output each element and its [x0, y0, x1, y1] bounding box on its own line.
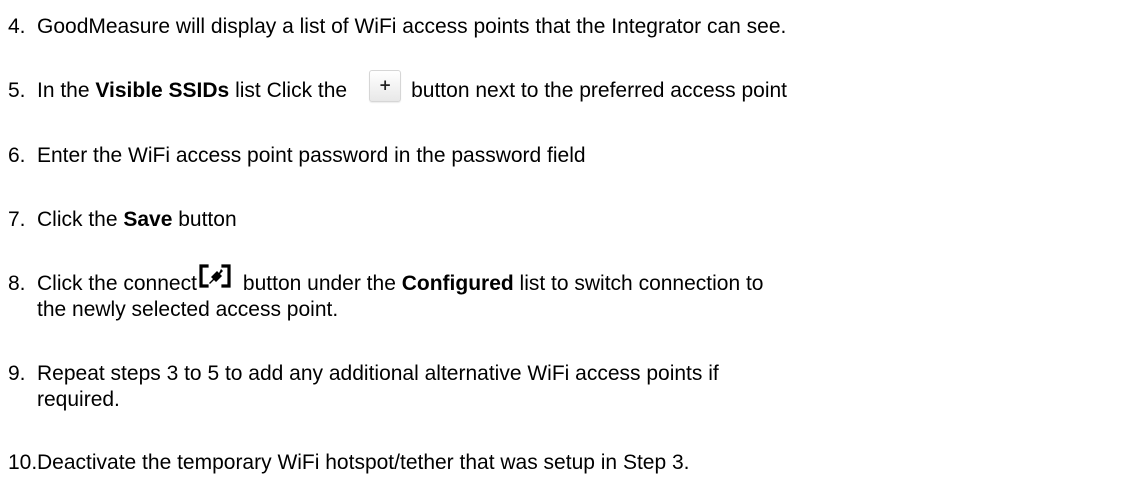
- step-number: 10.: [8, 451, 38, 474]
- plus-glyph: +: [378, 76, 392, 95]
- step-number: 6.: [8, 144, 26, 167]
- step-number: 5.: [8, 79, 26, 102]
- step-text-pre: Click the: [37, 208, 124, 231]
- configured-label: Configured: [401, 272, 514, 296]
- step-text-pre: Click the connect: [37, 272, 197, 296]
- step-number: 4.: [8, 15, 26, 38]
- plus-icon: +: [369, 70, 402, 103]
- step-text-post: button: [172, 208, 237, 231]
- visible-ssids-label: Visible SSIDs: [95, 79, 230, 102]
- step-text: GoodMeasure will display a list of WiFi …: [37, 15, 787, 38]
- step-number: 9.: [8, 362, 26, 385]
- step-text-mid: list Click the: [229, 79, 348, 102]
- step-text: Click the Save button: [37, 207, 237, 233]
- connect-icon: [199, 264, 231, 295]
- step-text: Click the connect button under the Confi…: [37, 264, 764, 298]
- step-text-line2: the newly selected access point.: [37, 298, 339, 321]
- step-number: 7.: [8, 208, 26, 231]
- save-label: Save: [123, 208, 173, 231]
- step-text-pre: In the: [37, 79, 96, 102]
- step-text-line2: required.: [37, 388, 120, 411]
- instruction-steps: 4. GoodMeasure will display a list of Wi…: [0, 0, 1122, 502]
- step-text: Deactivate the temporary WiFi hotspot/te…: [37, 451, 690, 474]
- step-text-post: button next to the preferred access poin…: [411, 79, 788, 102]
- step-text: In the Visible SSIDs list Click the + butt…: [37, 70, 788, 104]
- step-number: 8.: [8, 272, 26, 295]
- step-text: Enter the WiFi access point password in …: [37, 144, 586, 167]
- step-text-post: list to switch connection to: [513, 272, 764, 296]
- step-text-mid: button under the: [242, 272, 402, 296]
- step-text: Repeat steps 3 to 5 to add any additiona…: [37, 362, 719, 385]
